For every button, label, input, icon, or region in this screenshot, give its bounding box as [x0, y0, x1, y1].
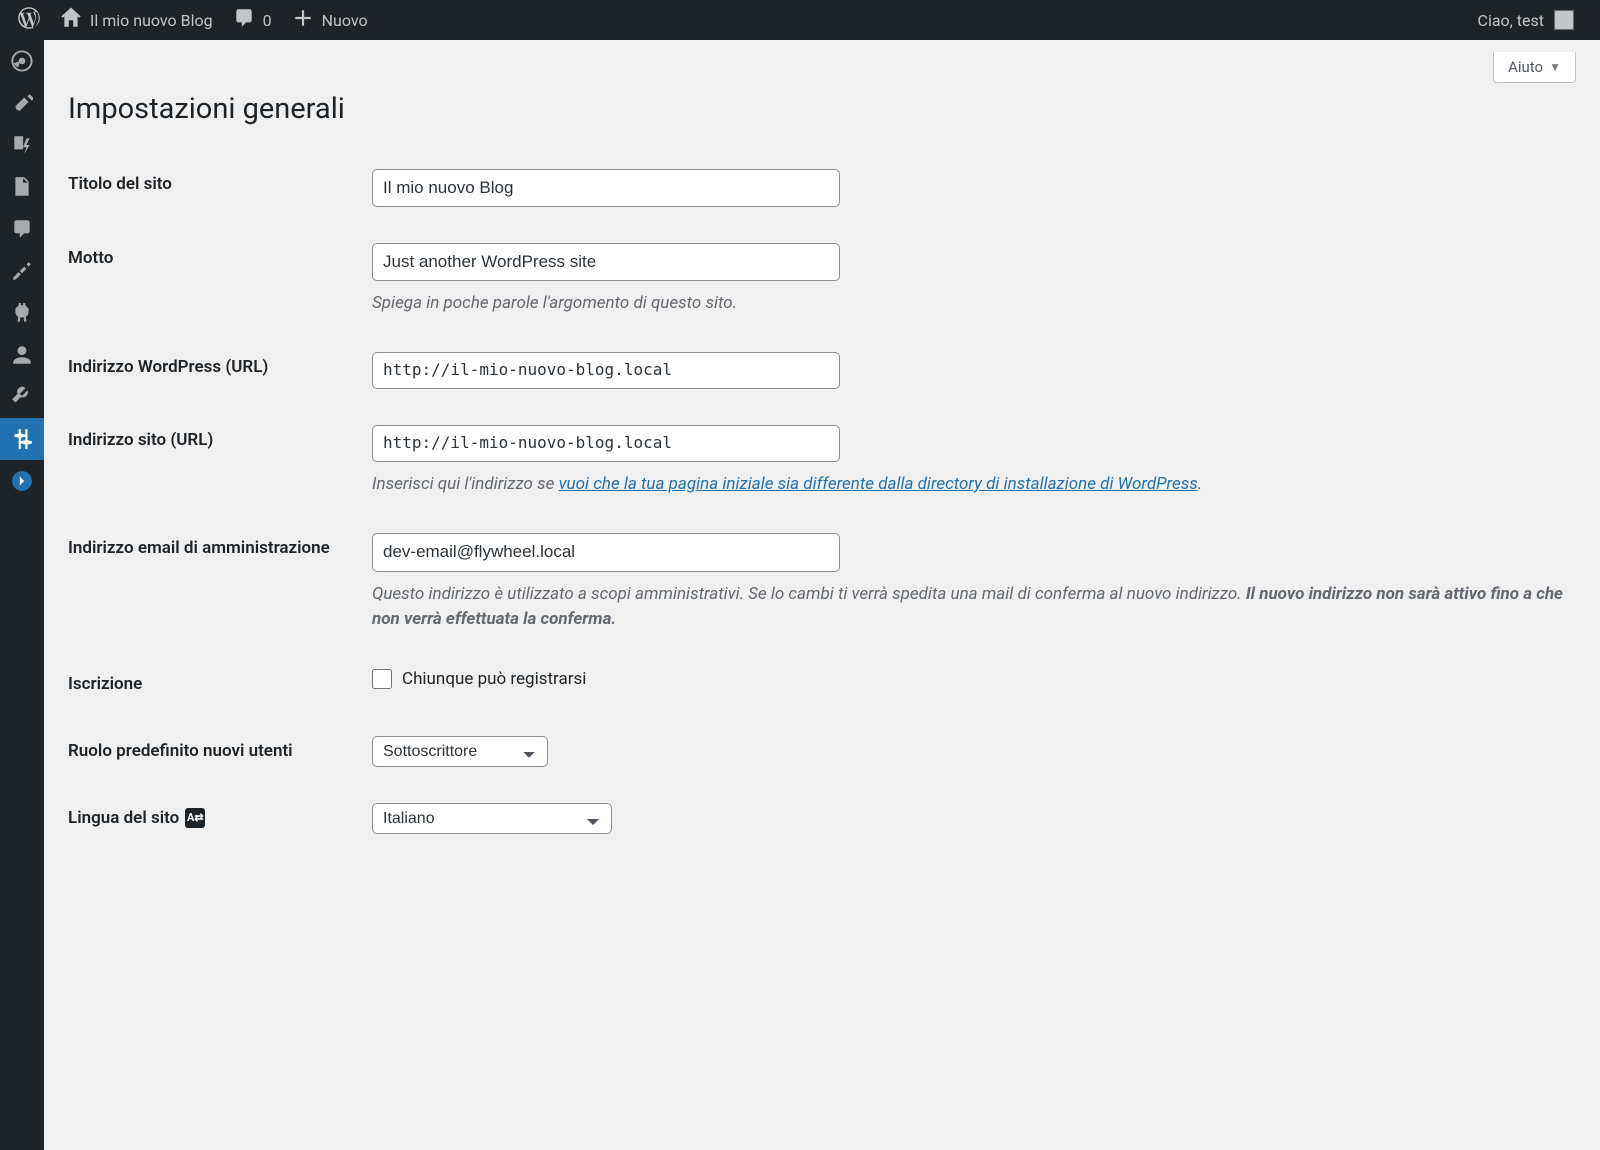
membership-label: Iscrizione	[68, 651, 360, 718]
comment-icon	[233, 7, 255, 33]
user-greeting: Ciao, test	[1478, 11, 1544, 30]
translation-icon: A⇄	[185, 808, 205, 828]
default-role-label: Ruolo predefinito nuovi utenti	[68, 718, 360, 785]
site-title-label: Titolo del sito	[68, 151, 360, 225]
site-url-description: Inserisci qui l'indirizzo se vuoi che la…	[372, 472, 1564, 498]
sidebar-item-users[interactable]	[0, 334, 44, 376]
admin-email-input[interactable]	[372, 533, 840, 571]
wordpress-url-label: Indirizzo WordPress (URL)	[68, 334, 360, 407]
sidebar-item-pages[interactable]	[0, 166, 44, 208]
new-content-link[interactable]: Nuovo	[282, 0, 378, 40]
membership-checkbox[interactable]	[372, 669, 392, 689]
plus-icon	[292, 7, 314, 33]
tagline-label: Motto	[68, 225, 360, 335]
sidebar-item-settings[interactable]	[0, 418, 44, 460]
site-title-input[interactable]	[372, 169, 840, 207]
user-account-link[interactable]: Ciao, test	[1468, 0, 1584, 40]
sidebar-item-media[interactable]	[0, 124, 44, 166]
sidebar-item-plugins[interactable]	[0, 292, 44, 334]
admin-sidebar	[0, 40, 44, 1150]
membership-checkbox-label[interactable]: Chiunque può registrarsi	[402, 669, 586, 689]
site-url-help-link[interactable]: vuoi che la tua pagina iniziale sia diff…	[559, 474, 1198, 494]
avatar	[1554, 10, 1574, 30]
home-icon	[60, 7, 82, 33]
admin-email-label: Indirizzo email di amministrazione	[68, 515, 360, 650]
site-url-label: Indirizzo sito (URL)	[68, 407, 360, 515]
new-content-label: Nuovo	[322, 11, 368, 30]
sidebar-item-dashboard[interactable]	[0, 40, 44, 82]
comments-link[interactable]: 0	[223, 0, 282, 40]
wordpress-logo-icon	[18, 7, 40, 33]
tagline-input[interactable]	[372, 243, 840, 281]
wordpress-url-input[interactable]	[372, 352, 840, 389]
sidebar-item-posts[interactable]	[0, 82, 44, 124]
help-tab-button[interactable]: Aiuto ▼	[1493, 52, 1576, 83]
wordpress-logo-menu[interactable]	[8, 0, 50, 40]
page-title: Impostazioni generali	[68, 83, 1576, 133]
sidebar-item-collapse[interactable]	[0, 460, 44, 502]
site-name-label: Il mio nuovo Blog	[90, 11, 213, 30]
site-url-input[interactable]	[372, 425, 840, 462]
site-language-label: Lingua del sito A⇄	[68, 785, 360, 852]
site-language-select[interactable]: Italiano	[372, 803, 612, 834]
tagline-description: Spiega in poche parole l'argomento di qu…	[372, 291, 1564, 317]
site-name-link[interactable]: Il mio nuovo Blog	[50, 0, 223, 40]
comments-count: 0	[263, 11, 272, 30]
help-tab-label: Aiuto	[1508, 58, 1543, 76]
chevron-down-icon: ▼	[1549, 60, 1561, 74]
sidebar-item-appearance[interactable]	[0, 250, 44, 292]
admin-email-description: Questo indirizzo è utilizzato a scopi am…	[372, 582, 1564, 633]
default-role-select[interactable]: Sottoscrittore	[372, 736, 548, 767]
sidebar-item-comments[interactable]	[0, 208, 44, 250]
sidebar-item-tools[interactable]	[0, 376, 44, 418]
settings-form-table: Titolo del sito Motto Spiega in poche pa…	[68, 151, 1576, 852]
admin-toolbar: Il mio nuovo Blog 0 Nuovo Ciao, test	[0, 0, 1600, 40]
